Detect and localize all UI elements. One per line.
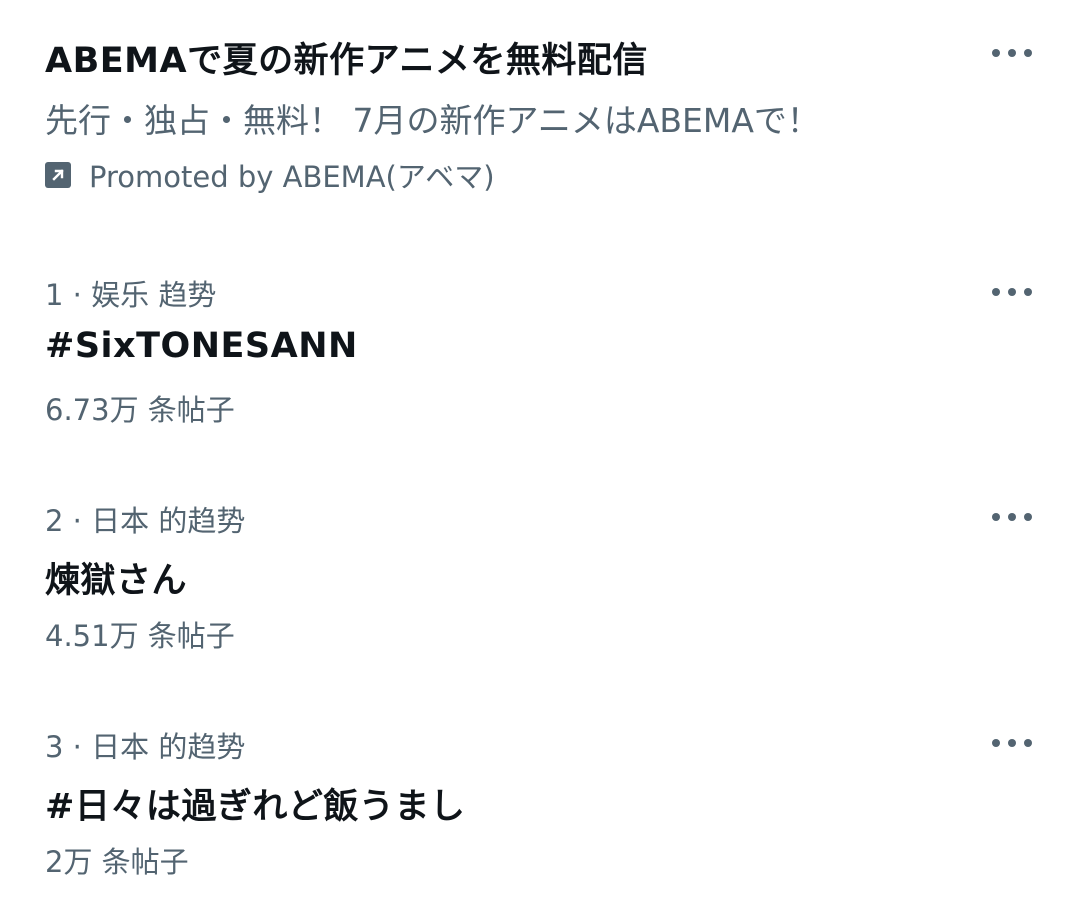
trend-post-count: 6.73万 条帖子	[45, 393, 235, 427]
more-dot-icon	[1024, 288, 1032, 296]
promoted-by-label: Promoted by ABEMA(アベマ)	[89, 160, 495, 194]
trend-context: 1 · 娱乐 趋势	[45, 278, 217, 312]
more-dot-icon	[1024, 513, 1032, 521]
trend-name: #SixTONESANN	[45, 326, 358, 366]
trend-item[interactable]: 1 · 娱乐 趋势 #SixTONESANN 6.73万 条帖子	[0, 250, 1080, 450]
trend-post-count: 2万 条帖子	[45, 845, 189, 879]
more-dot-icon	[1008, 49, 1016, 57]
more-dot-icon	[992, 288, 1000, 296]
promoted-by-row: Promoted by ABEMA(アベマ)	[45, 154, 495, 196]
promoted-subtitle: 先行・独占・無料！ 7月の新作アニメはABEMAで！	[45, 101, 820, 140]
more-dot-icon	[1008, 739, 1016, 747]
trend-name: 煉獄さん	[45, 561, 188, 601]
promoted-trend[interactable]: ABEMAで夏の新作アニメを無料配信 先行・独占・無料！ 7月の新作アニメはAB…	[0, 0, 1080, 220]
trend-context: 2 · 日本 的趋势	[45, 504, 246, 538]
promoted-title: ABEMAで夏の新作アニメを無料配信	[45, 41, 648, 81]
trend-more-button[interactable]	[992, 737, 1032, 749]
trend-more-button[interactable]	[992, 286, 1032, 298]
more-dot-icon	[992, 49, 1000, 57]
more-dot-icon	[1024, 49, 1032, 57]
more-dot-icon	[1008, 513, 1016, 521]
trend-item[interactable]: 3 · 日本 的趋势 #日々は過ぎれど飯うまし 2万 条帖子	[0, 702, 1080, 902]
trend-name: #日々は過ぎれど飯うまし	[45, 787, 466, 827]
trend-item[interactable]: 2 · 日本 的趋势 煉獄さん 4.51万 条帖子	[0, 476, 1080, 676]
more-dot-icon	[1024, 739, 1032, 747]
more-dot-icon	[1008, 288, 1016, 296]
trend-more-button[interactable]	[992, 511, 1032, 523]
promoted-arrow-icon	[45, 162, 71, 188]
more-dot-icon	[992, 513, 1000, 521]
trend-post-count: 4.51万 条帖子	[45, 619, 235, 653]
trend-context: 3 · 日本 的趋势	[45, 730, 246, 764]
promoted-more-button[interactable]	[992, 47, 1032, 59]
more-dot-icon	[992, 739, 1000, 747]
